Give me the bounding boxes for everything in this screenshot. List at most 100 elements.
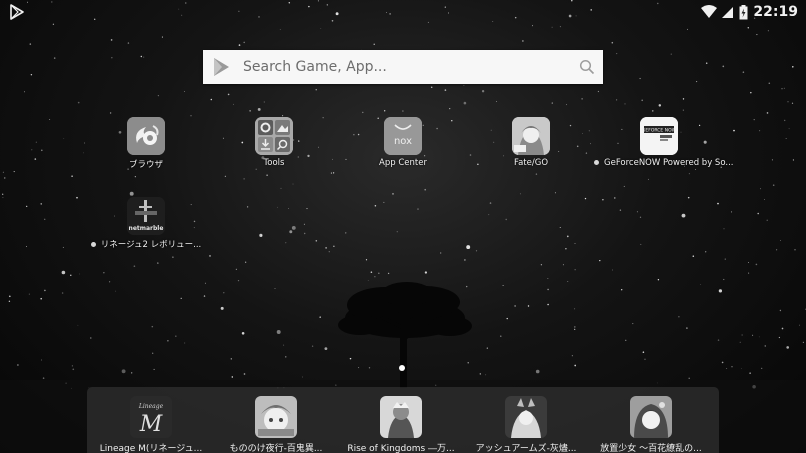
app-geforcenow[interactable]: GEFORCE NOW GeForceNOW Powered by So... — [594, 117, 734, 177]
app-app-center[interactable]: nox App Center — [338, 117, 468, 177]
star — [644, 358, 646, 360]
star — [481, 90, 485, 93]
star — [574, 364, 577, 367]
star — [40, 359, 43, 361]
star — [115, 290, 117, 292]
star — [641, 99, 643, 102]
star — [210, 98, 213, 101]
lineage-m-icon: Lineage M — [130, 396, 172, 438]
star — [705, 62, 708, 64]
star — [571, 355, 573, 357]
star — [723, 228, 725, 230]
star — [485, 374, 487, 376]
app-lineage2-revolution[interactable]: netmarble リネージュ2 レボリュー... — [81, 197, 211, 257]
star — [692, 255, 695, 257]
star — [640, 243, 642, 245]
star — [783, 87, 785, 89]
star — [764, 198, 765, 200]
app-tools-folder[interactable]: Tools — [209, 117, 339, 177]
star — [40, 297, 43, 300]
star — [2, 193, 4, 195]
star — [44, 218, 46, 220]
geforcenow-icon: GEFORCE NOW — [640, 117, 678, 155]
star — [40, 203, 42, 205]
dock-app-houchi-shoujo[interactable]: 放置少女 〜百花繚乱の... — [589, 396, 713, 453]
star — [722, 65, 725, 68]
star — [245, 261, 247, 263]
star — [17, 364, 19, 366]
new-app-dot — [90, 242, 96, 247]
star — [502, 284, 504, 287]
search-bar[interactable] — [203, 50, 603, 84]
dock-app-lineage-m[interactable]: Lineage M Lineage M(リネージュ... — [89, 396, 213, 453]
star — [280, 187, 282, 189]
star — [42, 377, 45, 379]
search-icon[interactable] — [579, 59, 595, 75]
star — [718, 289, 723, 293]
star — [771, 159, 773, 161]
star — [26, 246, 27, 247]
svg-text:GEFORCE NOW: GEFORCE NOW — [642, 128, 677, 134]
star — [614, 197, 616, 199]
star — [611, 269, 614, 271]
app-label: Fate/GO — [513, 158, 549, 168]
star — [791, 102, 794, 104]
star — [616, 53, 618, 55]
star — [444, 89, 447, 91]
star — [374, 276, 376, 278]
star — [220, 306, 224, 310]
star — [121, 369, 126, 374]
star — [233, 103, 234, 105]
app-label: App Center — [379, 158, 427, 168]
star — [760, 188, 761, 190]
app-label: Rise of Kingdoms ―万... — [347, 444, 455, 453]
star — [285, 242, 287, 244]
star — [761, 367, 763, 370]
star — [687, 28, 688, 30]
star — [647, 178, 649, 180]
star — [636, 211, 638, 213]
app-fate-go[interactable]: Fate/GO — [466, 117, 596, 177]
star — [772, 184, 775, 186]
star — [315, 89, 317, 91]
star — [527, 305, 530, 307]
dock-app-rise-of-kingdoms[interactable]: Rise of Kingdoms ―万... — [339, 396, 463, 453]
star — [396, 231, 398, 233]
app-browser[interactable]: ブラウザ — [81, 117, 211, 177]
star — [749, 372, 751, 374]
star — [345, 232, 347, 234]
star — [488, 214, 490, 216]
star — [742, 71, 745, 73]
glowing-firefly — [399, 365, 405, 371]
star — [31, 149, 33, 151]
star — [90, 337, 92, 339]
app-label: ブラウザ — [128, 160, 163, 170]
star — [767, 30, 769, 32]
star — [76, 196, 78, 199]
star — [766, 112, 769, 114]
star — [277, 206, 278, 208]
app-label: リネージュ2 レボリュー... — [81, 238, 211, 250]
star — [567, 281, 569, 282]
star — [62, 246, 64, 248]
status-bar: 22:19 — [0, 0, 806, 24]
star — [365, 259, 368, 261]
star — [733, 129, 735, 132]
star — [131, 372, 133, 374]
dock-app-ash-arms[interactable]: アッシュアームズ-灰燼... — [464, 396, 588, 453]
wifi-icon — [701, 5, 718, 18]
star — [624, 103, 626, 105]
app-label: GeForceNOW Powered by So... — [594, 158, 734, 168]
app-label: アッシュアームズ-灰燼... — [475, 444, 577, 453]
star — [584, 197, 587, 200]
star — [378, 272, 380, 274]
star — [764, 345, 766, 347]
svg-text:M: M — [139, 412, 163, 437]
search-input[interactable] — [243, 50, 573, 84]
star — [741, 367, 742, 369]
star — [319, 316, 321, 318]
star — [670, 53, 672, 55]
dock-app-mononoke-yakou[interactable]: もののけ夜行-百鬼異... — [214, 396, 338, 453]
star — [489, 202, 492, 204]
star — [505, 218, 507, 221]
